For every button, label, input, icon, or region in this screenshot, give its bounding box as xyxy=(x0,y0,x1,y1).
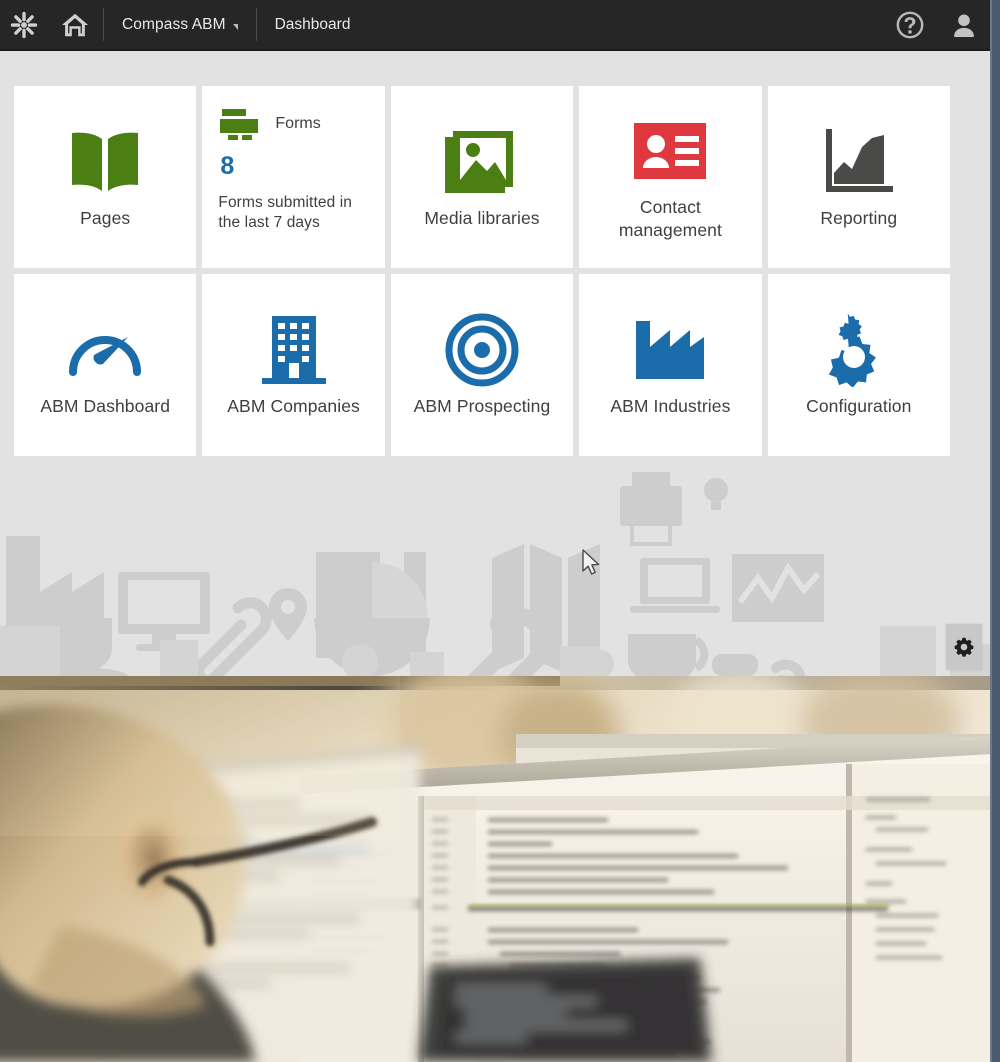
caret-down-icon xyxy=(232,24,238,30)
header-spacer xyxy=(368,0,884,49)
gears-icon xyxy=(820,311,898,389)
tile-label: ABM Dashboard xyxy=(40,396,171,417)
target-bullseye-icon xyxy=(445,311,519,389)
dashboard-page: Compass ABM Dashboard Pages Forms 8 Form… xyxy=(0,0,1000,1062)
forms-widget-header: Forms xyxy=(218,108,321,140)
tile-abm-prospecting[interactable]: ABM Prospecting xyxy=(390,274,574,456)
tile-configuration[interactable]: Configuration xyxy=(767,274,950,456)
window-frame-right xyxy=(992,0,1000,1062)
widget-forms[interactable]: Forms 8 Forms submitted in the last 7 da… xyxy=(202,86,385,268)
tile-label: Reporting xyxy=(820,208,898,229)
kentico-asterisk-logo-icon xyxy=(10,11,37,38)
tile-label: Configuration xyxy=(806,396,912,417)
tile-media-libraries[interactable]: Media libraries xyxy=(390,86,574,268)
user-avatar-icon xyxy=(954,14,974,37)
tile-label: ABM Prospecting xyxy=(413,396,551,417)
tile-label: Pages xyxy=(80,208,131,229)
tile-label: ABM Companies xyxy=(227,396,360,417)
open-book-icon xyxy=(68,123,142,201)
home-icon xyxy=(61,13,89,36)
home-button[interactable] xyxy=(47,0,103,49)
breadcrumb-label: Dashboard xyxy=(274,15,351,33)
site-selector-label: Compass ABM xyxy=(122,15,226,33)
header-bottom-shadow xyxy=(0,49,992,51)
hero-photo xyxy=(0,676,992,1062)
image-stack-icon xyxy=(443,123,521,201)
area-chart-icon xyxy=(824,123,894,201)
top-header-bar: Compass ABM Dashboard xyxy=(0,0,992,49)
help-button[interactable] xyxy=(884,0,936,49)
tile-label: ABM Industries xyxy=(610,396,731,417)
kentico-asterisk-logo-button[interactable] xyxy=(0,0,47,49)
tile-label: Media libraries xyxy=(424,208,540,229)
contact-card-icon xyxy=(633,112,707,190)
factory-icon xyxy=(632,311,708,389)
tile-abm-industries[interactable]: ABM Industries xyxy=(579,274,762,456)
tile-contact-management[interactable]: Contact management xyxy=(579,86,762,268)
help-circle-icon xyxy=(896,11,924,38)
user-menu-button[interactable] xyxy=(936,0,992,49)
dashboard-settings-button[interactable] xyxy=(946,624,982,670)
site-selector[interactable]: Compass ABM xyxy=(104,0,256,49)
forms-widget-title: Forms xyxy=(275,115,321,132)
gear-icon xyxy=(954,637,974,657)
tile-pages[interactable]: Pages xyxy=(14,86,197,268)
forms-submitted-count: 8 xyxy=(220,152,235,180)
tile-label: Contact management xyxy=(618,196,722,240)
office-building-icon xyxy=(259,311,329,389)
tile-abm-dashboard[interactable]: ABM Dashboard xyxy=(14,274,197,456)
forms-icon xyxy=(220,109,259,140)
forms-widget-description: Forms submitted in the last 7 days xyxy=(218,194,352,232)
tile-reporting[interactable]: Reporting xyxy=(767,86,950,268)
tile-abm-companies[interactable]: ABM Companies xyxy=(202,274,385,456)
dashboard-tile-grid: Pages Forms 8 Forms submitted in the las… xyxy=(14,86,950,456)
developer-at-monitors-photo xyxy=(0,676,992,1062)
gauge-icon xyxy=(67,311,143,389)
breadcrumb[interactable]: Dashboard xyxy=(257,0,369,49)
